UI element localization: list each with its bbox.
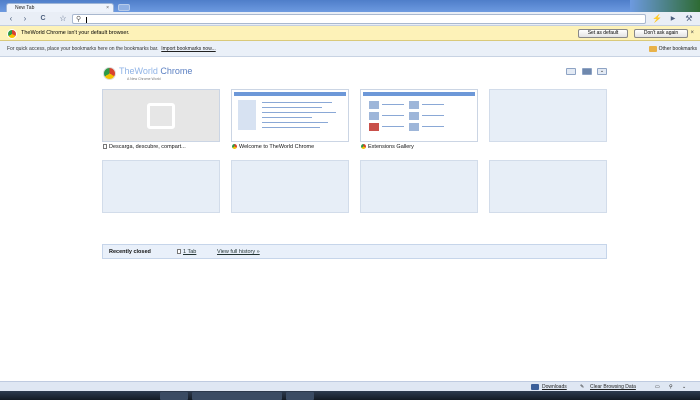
recently-closed-tab-text: 1 Tab bbox=[183, 249, 197, 255]
thumb-title-1[interactable]: Descarga, descubre, compart... bbox=[103, 143, 186, 151]
thumb-title-3-text: Extensions Gallery bbox=[368, 144, 414, 150]
preview-line bbox=[382, 126, 404, 127]
reload-icon: C bbox=[40, 15, 46, 22]
play-icon[interactable]: ▶ bbox=[668, 14, 678, 24]
other-bookmarks-label: Other bookmarks bbox=[658, 46, 697, 52]
status-bar: Downloads ✎ Clear Browsing Data ▭ ⚲ ⌄ bbox=[0, 381, 700, 391]
refresh-placeholder-icon bbox=[147, 103, 175, 129]
set-default-button[interactable]: Set as default bbox=[578, 29, 628, 38]
recently-closed-bar: Recently closed 1 Tab View full history … bbox=[102, 244, 607, 259]
logo-name-rest: Chrome bbox=[157, 66, 193, 76]
taskbar-item[interactable] bbox=[160, 392, 188, 400]
bookmarks-bar: For quick access, place your bookmarks h… bbox=[0, 41, 700, 57]
preview-icon bbox=[369, 112, 379, 120]
empty-thumbnail bbox=[103, 90, 219, 141]
window-background bbox=[630, 0, 700, 12]
forward-button[interactable]: › bbox=[20, 14, 30, 24]
recently-closed-tab-link[interactable]: 1 Tab bbox=[177, 245, 196, 259]
thumb-title-3[interactable]: Extensions Gallery bbox=[361, 143, 414, 151]
preview-line bbox=[262, 127, 320, 128]
wrench-icon[interactable]: ⚒ bbox=[684, 14, 694, 24]
theworld-favicon bbox=[361, 144, 366, 150]
default-browser-infobar: TheWorld Chrome isn't your default brows… bbox=[0, 26, 700, 41]
preview-icon bbox=[369, 101, 379, 109]
thumbnail-view-icon[interactable] bbox=[566, 68, 576, 75]
downloads-icon bbox=[531, 384, 539, 390]
preview-line bbox=[262, 112, 336, 113]
thumb-title-2-text: Welcome to TheWorld Chrome bbox=[239, 144, 315, 150]
infobar-message: TheWorld Chrome isn't your default brows… bbox=[21, 30, 130, 36]
bookmark-star-button[interactable]: ☆ bbox=[58, 14, 68, 24]
tab-title: New Tab bbox=[15, 5, 35, 11]
list-view-icon[interactable] bbox=[582, 68, 592, 75]
flash-icon[interactable]: ⚡ bbox=[652, 14, 662, 24]
preview-line bbox=[262, 107, 322, 108]
infobar-close-icon[interactable]: × bbox=[690, 26, 694, 40]
page-icon bbox=[103, 144, 107, 150]
most-visited-thumb-2[interactable] bbox=[231, 89, 349, 142]
preview-line bbox=[262, 122, 328, 123]
view-full-history-link[interactable]: View full history » bbox=[217, 245, 260, 259]
other-bookmarks-button[interactable]: Other bookmarks bbox=[648, 41, 697, 57]
reload-button[interactable]: C bbox=[38, 14, 48, 24]
preview-line bbox=[262, 117, 312, 118]
dont-ask-again-button[interactable]: Don't ask again bbox=[634, 29, 688, 38]
tab-strip: New Tab × bbox=[0, 0, 700, 13]
search-icon: ⚲ bbox=[76, 16, 82, 23]
taskbar-item[interactable] bbox=[286, 392, 314, 400]
back-icon: ‹ bbox=[9, 14, 13, 23]
taskbar-item[interactable] bbox=[192, 392, 282, 400]
preview-line bbox=[262, 102, 332, 103]
most-visited-thumb-1[interactable] bbox=[102, 89, 220, 142]
text-caret bbox=[86, 17, 87, 23]
logo-ball-icon bbox=[103, 67, 116, 80]
logo-tagline: A New Chrome World bbox=[127, 77, 161, 81]
most-visited-thumb-empty bbox=[102, 160, 220, 213]
page-preview bbox=[363, 92, 475, 139]
most-visited-thumb-3[interactable] bbox=[360, 89, 478, 142]
forward-icon: › bbox=[23, 14, 27, 23]
preview-line bbox=[382, 104, 404, 105]
preview-icon bbox=[409, 112, 419, 120]
preview-sidebar bbox=[238, 100, 256, 130]
os-taskbar bbox=[0, 391, 700, 400]
chevron-down-icon[interactable]: ⌄ bbox=[597, 68, 607, 75]
bookmarks-hint-text: For quick access, place your bookmarks h… bbox=[7, 46, 159, 52]
page-preview bbox=[234, 92, 346, 139]
tab-icon bbox=[177, 249, 181, 255]
logo-name-main: TheWorld bbox=[119, 66, 158, 76]
recently-closed-label: Recently closed bbox=[109, 249, 151, 255]
preview-line bbox=[382, 115, 404, 116]
logo-name: TheWorld Chrome bbox=[119, 66, 192, 76]
preview-header bbox=[234, 92, 346, 96]
most-visited-thumb-empty bbox=[489, 89, 607, 142]
back-button[interactable]: ‹ bbox=[6, 14, 16, 24]
folder-icon bbox=[648, 45, 657, 52]
toolbar: ‹ › C ☆ ⚲ ⚡ ▶ ⚒ bbox=[0, 12, 700, 26]
theworld-logo: TheWorld Chrome A New Chrome World bbox=[103, 66, 233, 82]
preview-header bbox=[363, 92, 475, 96]
most-visited-thumb-empty bbox=[360, 160, 478, 213]
thumb-title-2[interactable]: Welcome to TheWorld Chrome bbox=[232, 143, 314, 151]
preview-icon bbox=[409, 123, 419, 131]
preview-line bbox=[422, 115, 444, 116]
preview-line bbox=[422, 104, 444, 105]
preview-line bbox=[422, 126, 444, 127]
most-visited-thumb-empty bbox=[231, 160, 349, 213]
most-visited-thumb-empty bbox=[489, 160, 607, 213]
preview-icon bbox=[409, 101, 419, 109]
star-icon: ☆ bbox=[59, 14, 67, 23]
theworld-favicon bbox=[232, 144, 237, 150]
preview-icon bbox=[369, 123, 379, 131]
import-bookmarks-link[interactable]: Import bookmarks now... bbox=[161, 46, 215, 52]
new-tab-button[interactable] bbox=[118, 4, 130, 11]
thumb-title-1-text: Descarga, descubre, compart... bbox=[109, 144, 186, 150]
browser-logo-icon bbox=[7, 29, 17, 39]
address-bar[interactable]: ⚲ bbox=[72, 14, 646, 24]
bookmarks-hint: For quick access, place your bookmarks h… bbox=[7, 41, 216, 57]
